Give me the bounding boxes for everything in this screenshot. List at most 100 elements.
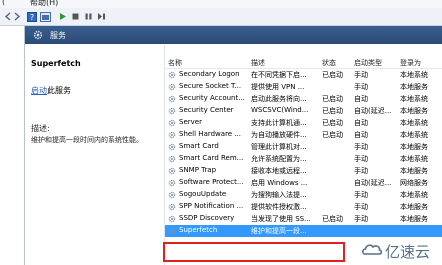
service-gear-icon [168,155,176,163]
cell-name: Superfetch [179,226,218,234]
column-description[interactable]: 描述 [251,58,265,68]
table-row[interactable]: Secure Socket T... 提供使用 VPN ... 手动 本地服务 [165,81,442,93]
cell-status: 已启动 [322,71,343,79]
column-header-row: 名称 描述 状态 启动类型 登录为 [165,56,442,69]
cell-name: Software Protect... [179,178,244,186]
cell-logon: 本地系统 [400,95,428,103]
table-row[interactable]: SPP Notification ... 提供软件授权激... 手动 本地服务 [165,201,442,213]
service-gear-icon [168,203,176,211]
cell-logon: 网络服务 [400,179,428,187]
cell-startup: 手动 [354,143,368,151]
table-row[interactable]: SSDP Discovery 当发现了使用 SS... 已启动 手动 本地服务 [165,213,442,225]
column-name[interactable]: 名称 [168,58,182,68]
table-row[interactable]: Secondary Logon 在不同凭据下启... 已启动 手动 本地系统 [165,69,442,81]
table-row[interactable]: Software Protect... 启用 Windows ... 自动(延迟..… [165,177,442,189]
service-gear-icon [168,167,176,175]
cell-desc: 支持此计算机通... [251,119,307,127]
cell-desc: WSCSVC(Wind... [251,106,309,114]
cell-startup: 手动 [354,215,368,223]
cell-startup: 自动 [354,95,368,103]
table-row[interactable]: Server 支持此计算机通... 已启动 自动 本地系统 [165,117,442,129]
column-logon-as[interactable]: 登录为 [400,58,421,68]
help-icon[interactable]: ? [27,12,37,22]
services-list: 名称 描述 状态 启动类型 登录为 Secondary Logon 在不同凭据下启… [164,45,442,265]
cell-name: Shell Hardware ... [179,130,241,138]
cell-desc: 启动此服务将向... [251,95,307,103]
menu-fragment[interactable]: ( [2,0,5,6]
description-label: 描述: [31,124,50,133]
cell-name: Security Account... [179,94,245,102]
console-icon[interactable] [40,12,51,22]
restart-icon[interactable] [97,12,106,21]
cell-name: Smart Card [179,142,219,150]
cell-startup: 手动 [354,155,368,163]
cell-name: Smart Card Rem... [179,154,244,162]
service-gear-icon [168,227,176,235]
cell-startup: 自动 [354,131,368,139]
service-gear-icon [168,191,176,199]
service-name: Superfetch [31,59,81,68]
service-gear-icon [168,143,176,151]
services-header: 服务 [25,26,442,44]
table-row[interactable]: Smart Card Rem... 允许系统配置为... 手动 本地系统 [165,153,442,165]
cell-startup: 自动(延迟... [354,179,392,187]
column-status[interactable]: 状态 [322,58,336,68]
cell-startup: 手动 [354,203,368,211]
service-gear-icon [168,83,176,91]
service-gear-icon [168,215,176,223]
cell-desc: 允许系统配置为... [251,155,307,163]
cell-logon: 本地服务 [400,83,428,91]
highlight-box [163,242,345,262]
service-gear-icon [168,179,176,187]
forward-arrow-icon[interactable] [13,12,22,21]
cell-desc: 启用 Windows ... [251,179,308,187]
tree-pane [0,26,25,265]
cell-logon: 本地系统 [400,131,428,139]
service-gear-icon [168,95,176,103]
start-service-line: 启动此服务 [31,85,71,96]
cell-startup: 手动 [354,191,368,199]
cell-startup: 手动 [354,167,368,175]
toolbar: ? [0,8,442,26]
menu-help[interactable]: 帮助(H) [30,0,58,8]
service-gear-icon [168,131,176,139]
cell-name: SPP Notification ... [179,202,244,210]
table-row[interactable]: Smart Card 管理此计算机对... 手动 本地服务 [165,141,442,153]
cell-name: Secure Socket T... [179,82,242,90]
cell-status: 已启动 [322,215,343,223]
table-row[interactable]: Shell Hardware ... 为自动播放硬件... 已启动 自动 本地系统 [165,129,442,141]
service-description: 维护和提高一段时间内的系统性能。 [31,136,143,144]
cell-desc: 维护和提高一段... [251,227,307,235]
cell-logon: 本地服务 [400,143,428,151]
cell-desc: 为搜狗输入法提... [251,191,307,199]
cell-logon: 本地系统 [400,71,428,79]
table-row[interactable]: Security Account... 启动此服务将向... 已启动 自动 本地系统 [165,93,442,105]
cell-name: SNMP Trap [179,166,217,174]
cell-logon: 本地服务 [400,203,428,211]
gear-icon [33,30,43,40]
table-row[interactable]: SogouUpdate 为搜狗输入法提... 手动 本地系统 [165,189,442,201]
cell-startup: 手动 [354,83,368,91]
cell-logon: 本地系统 [400,191,428,199]
table-row-selected[interactable]: Superfetch 维护和提高一段... [165,225,442,237]
cell-status: 已启动 [322,107,343,115]
table-row[interactable]: Security Center WSCSVC(Wind... 已启动 自动(延迟...… [165,105,442,117]
cell-logon: 本地服务 [400,167,428,175]
cell-name: Security Center [179,106,234,114]
table-row[interactable]: SNMP Trap 接收本地或远程... 手动 本地服务 [165,165,442,177]
start-service-link[interactable]: 启动 [31,86,47,95]
cell-startup: 手动 [354,71,368,79]
watermark-text: 亿速云 [385,243,431,261]
cell-logon: 本地服务 [400,215,428,223]
service-gear-icon [168,119,176,127]
column-startup-type[interactable]: 启动类型 [354,58,382,68]
cell-name: SogouUpdate [179,190,227,198]
stop-icon[interactable] [71,12,80,21]
page-title: 服务 [50,31,66,40]
play-icon[interactable] [58,12,67,21]
back-arrow-icon[interactable] [3,12,12,21]
start-service-suffix: 此服务 [47,86,71,95]
svg-text:?: ? [30,13,34,22]
cell-desc: 接收本地或远程... [251,167,307,175]
pause-icon[interactable] [84,12,93,21]
